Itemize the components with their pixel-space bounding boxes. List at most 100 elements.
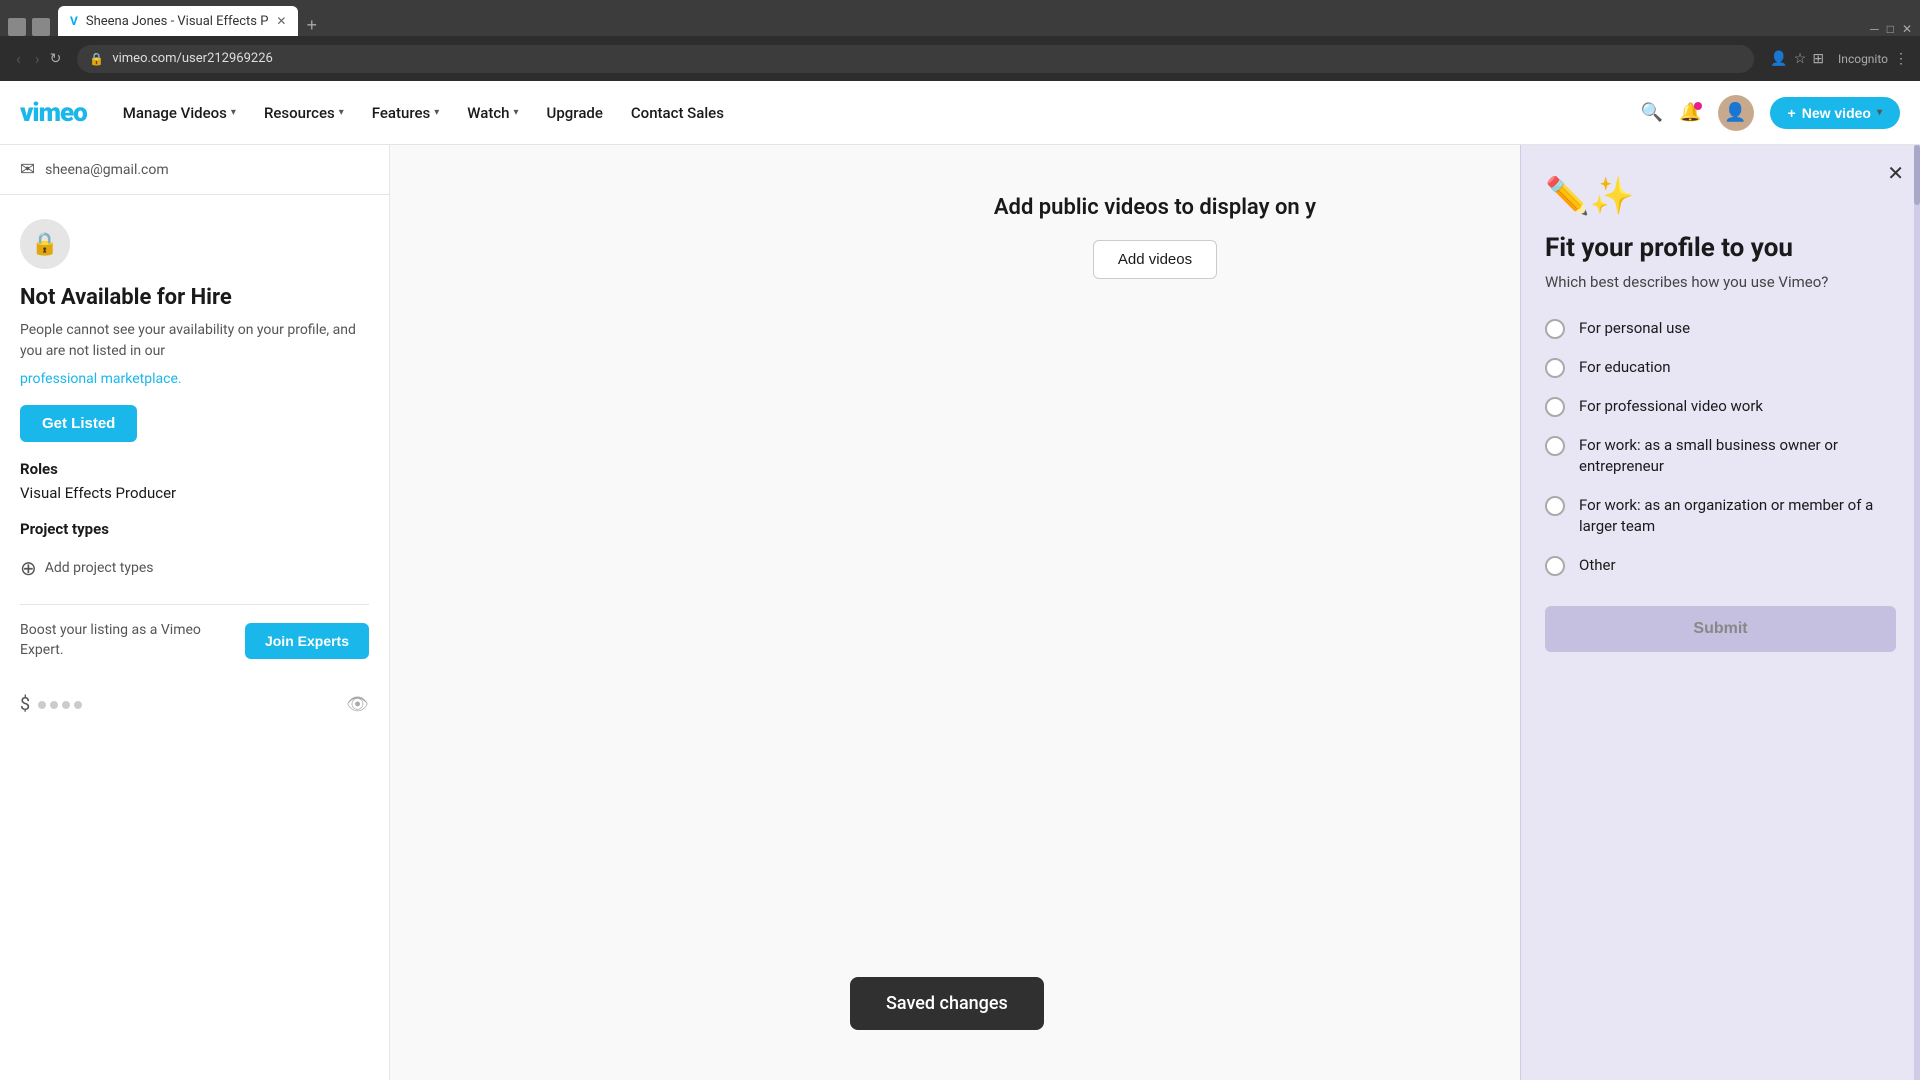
hire-section: 🔒 Not Available for Hire People cannot s… bbox=[0, 195, 389, 749]
plus-icon: + bbox=[1788, 105, 1796, 121]
add-circle-icon: ⊕ bbox=[20, 556, 37, 580]
overlay-title: Fit your profile to you bbox=[1545, 233, 1896, 263]
overlay-close-button[interactable]: ✕ bbox=[1887, 161, 1904, 186]
user-avatar[interactable]: 👤 bbox=[1718, 95, 1754, 131]
vimeo-logo: vimeo bbox=[20, 98, 87, 128]
option-label: For work: as an organization or member o… bbox=[1579, 495, 1896, 537]
profile-fit-overlay: ✕ ✏️✨ Fit your profile to you Which best… bbox=[1520, 145, 1920, 1080]
option-education[interactable]: For education bbox=[1545, 357, 1896, 378]
active-browser-tab[interactable]: V Sheena Jones - Visual Effects P ✕ bbox=[58, 6, 298, 36]
nav-right: 🔍 🔔 👤 + New video ▾ bbox=[1641, 95, 1900, 131]
roles-label: Roles bbox=[20, 460, 369, 478]
option-personal-use[interactable]: For personal use bbox=[1545, 318, 1896, 339]
back-button[interactable]: ‹ bbox=[12, 47, 25, 70]
new-tab-button[interactable]: + bbox=[298, 15, 325, 36]
tab-title: Sheena Jones - Visual Effects P bbox=[86, 14, 269, 29]
add-videos-section: Add public videos to display on y Add vi… bbox=[994, 195, 1316, 279]
radio-button[interactable] bbox=[1545, 358, 1565, 378]
roles-value: Visual Effects Producer bbox=[20, 484, 369, 502]
eye-icon[interactable]: 👁 bbox=[346, 694, 369, 715]
nav-item-watch[interactable]: Watch ▾ bbox=[455, 96, 530, 130]
vimeo-nav: vimeo Manage Videos ▾ Resources ▾ Featur… bbox=[0, 81, 1920, 145]
scrollbar[interactable] bbox=[1914, 145, 1920, 1080]
chevron-down-icon: ▾ bbox=[231, 107, 236, 118]
chevron-down-icon: ▾ bbox=[339, 107, 344, 118]
email-text: sheena@gmail.com bbox=[45, 162, 169, 178]
add-videos-text: Add public videos to display on y bbox=[994, 195, 1316, 220]
nav-item-manage-videos[interactable]: Manage Videos ▾ bbox=[111, 96, 248, 130]
hire-icon: 🔒 bbox=[20, 219, 70, 269]
get-listed-button[interactable]: Get Listed bbox=[20, 405, 137, 442]
radio-button[interactable] bbox=[1545, 496, 1565, 516]
hire-title: Not Available for Hire bbox=[20, 285, 369, 310]
tab-close-button[interactable]: ✕ bbox=[276, 14, 286, 28]
option-other[interactable]: Other bbox=[1545, 555, 1896, 576]
star-button[interactable]: ☆ bbox=[1794, 50, 1807, 67]
chevron-down-icon: ▾ bbox=[1877, 107, 1882, 118]
radio-button[interactable] bbox=[1545, 319, 1565, 339]
option-professional[interactable]: For professional video work bbox=[1545, 396, 1896, 417]
add-project-types-row[interactable]: ⊕ Add project types bbox=[20, 548, 369, 588]
hire-description: People cannot see your availability on y… bbox=[20, 320, 369, 362]
option-label: For professional video work bbox=[1579, 396, 1763, 417]
option-organization[interactable]: For work: as an organization or member o… bbox=[1545, 495, 1896, 537]
new-video-button[interactable]: + New video ▾ bbox=[1770, 97, 1900, 129]
add-project-types-text: Add project types bbox=[45, 560, 154, 576]
radio-button[interactable] bbox=[1545, 556, 1565, 576]
project-types-section: Project types ⊕ Add project types bbox=[20, 520, 369, 588]
more-options-button[interactable]: ⋮ bbox=[1894, 50, 1908, 67]
notification-badge bbox=[1694, 102, 1702, 110]
left-panel: ✉ sheena@gmail.com 🔒 Not Available for H… bbox=[0, 145, 390, 1080]
dollar-row: $ 👁 bbox=[20, 684, 369, 725]
nav-item-upgrade[interactable]: Upgrade bbox=[535, 96, 615, 130]
vimeo-favicon: V bbox=[70, 14, 78, 28]
address-bar[interactable]: 🔒 vimeo.com/user212969226 bbox=[77, 45, 1754, 73]
browser-tab-bar: V Sheena Jones - Visual Effects P ✕ + ─ … bbox=[0, 0, 1920, 36]
overlay-subtitle: Which best describes how you use Vimeo? bbox=[1545, 271, 1896, 294]
lock-icon: 🔒 bbox=[89, 52, 104, 66]
nav-item-resources[interactable]: Resources ▾ bbox=[252, 96, 356, 130]
option-label: For personal use bbox=[1579, 318, 1690, 339]
option-label: For work: as a small business owner or e… bbox=[1579, 435, 1896, 477]
browser-control-minimize[interactable]: ─ bbox=[1870, 22, 1879, 36]
usage-options: For personal use For education For profe… bbox=[1521, 318, 1920, 576]
boost-row: Boost your listing as a Vimeo Expert. Jo… bbox=[20, 621, 369, 660]
hidden-value-dots bbox=[38, 701, 82, 709]
scrollbar-thumb bbox=[1914, 145, 1920, 205]
option-label: Other bbox=[1579, 555, 1616, 576]
browser-tab-icon bbox=[8, 18, 26, 36]
incognito-label: Incognito bbox=[1838, 52, 1888, 66]
notifications-button[interactable]: 🔔 bbox=[1679, 102, 1701, 123]
browser-control-close[interactable]: ✕ bbox=[1902, 22, 1912, 36]
browser-control-maximize[interactable]: □ bbox=[1887, 22, 1894, 36]
chevron-down-icon: ▾ bbox=[514, 107, 519, 118]
marketplace-link[interactable]: professional marketplace. bbox=[20, 371, 182, 387]
project-types-label: Project types bbox=[20, 520, 369, 538]
email-icon: ✉ bbox=[20, 159, 35, 180]
radio-button[interactable] bbox=[1545, 397, 1565, 417]
refresh-button[interactable]: ↻ bbox=[50, 51, 62, 67]
boost-text: Boost your listing as a Vimeo Expert. bbox=[20, 621, 229, 660]
option-label: For education bbox=[1579, 357, 1671, 378]
chevron-down-icon: ▾ bbox=[434, 107, 439, 118]
extensions-button[interactable]: ⊞ bbox=[1812, 50, 1824, 67]
url-text: vimeo.com/user212969226 bbox=[112, 51, 273, 66]
browser-controls: ‹ › ↻ bbox=[12, 47, 61, 70]
radio-button[interactable] bbox=[1545, 436, 1565, 456]
incognito-icon: 👤 bbox=[1770, 50, 1787, 67]
page-body: ✉ sheena@gmail.com 🔒 Not Available for H… bbox=[0, 145, 1920, 1080]
divider bbox=[20, 604, 369, 605]
forward-button[interactable]: › bbox=[31, 47, 44, 70]
join-experts-button[interactable]: Join Experts bbox=[245, 623, 369, 659]
nav-items: Manage Videos ▾ Resources ▾ Features ▾ W… bbox=[111, 96, 1641, 130]
browser-actions: 👤 ☆ ⊞ Incognito ⋮ bbox=[1770, 50, 1908, 67]
browser-chrome: ‹ › ↻ 🔒 vimeo.com/user212969226 👤 ☆ ⊞ In… bbox=[0, 36, 1920, 81]
add-videos-button[interactable]: Add videos bbox=[1093, 240, 1217, 279]
magic-wand-icon: ✏️✨ bbox=[1545, 175, 1896, 217]
nav-item-features[interactable]: Features ▾ bbox=[360, 96, 452, 130]
submit-button[interactable]: Submit bbox=[1545, 606, 1896, 652]
nav-item-contact-sales[interactable]: Contact Sales bbox=[619, 96, 736, 130]
option-small-business[interactable]: For work: as a small business owner or e… bbox=[1545, 435, 1896, 477]
search-button[interactable]: 🔍 bbox=[1641, 102, 1663, 123]
email-row: ✉ sheena@gmail.com bbox=[0, 145, 389, 195]
